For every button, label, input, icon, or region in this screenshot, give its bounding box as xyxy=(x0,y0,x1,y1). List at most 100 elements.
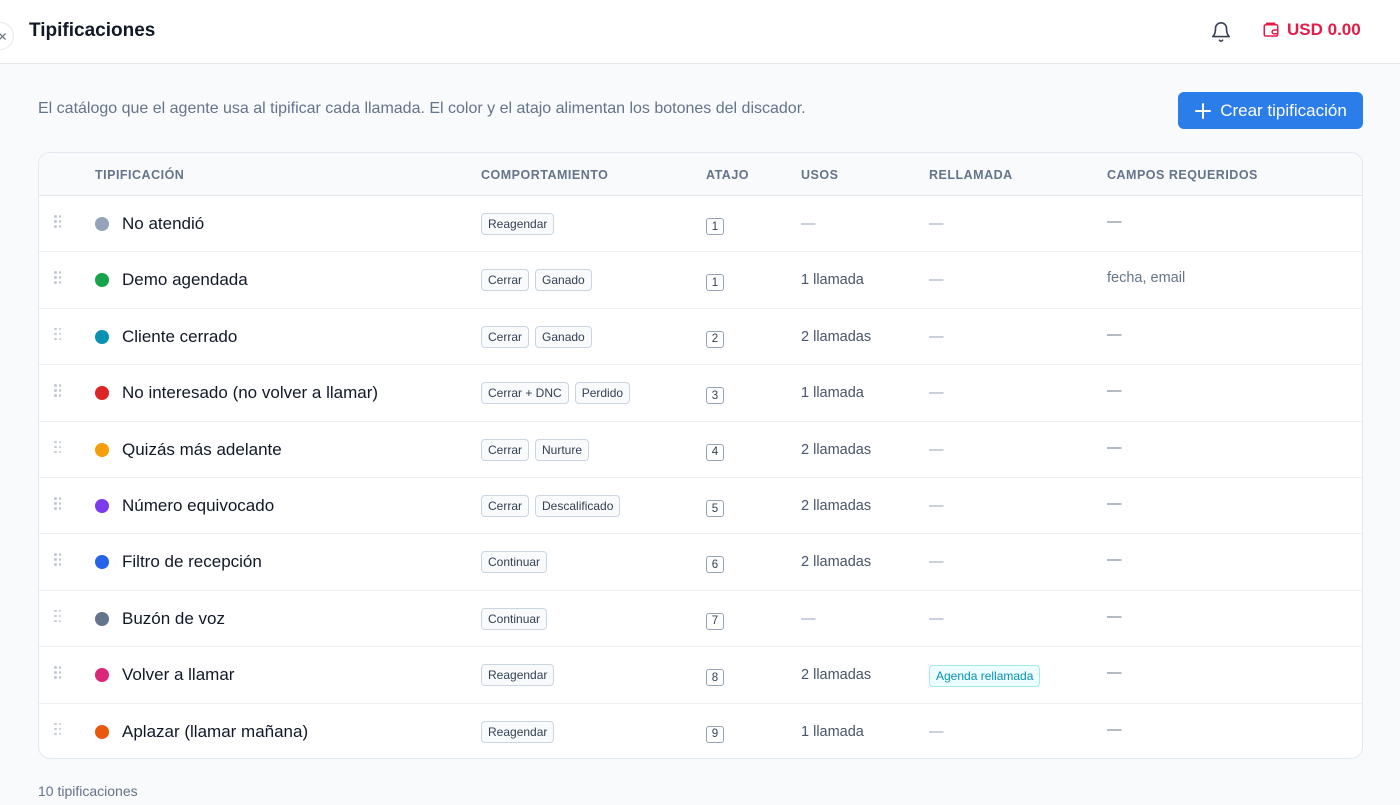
uses-count: 1 llamada xyxy=(801,723,864,740)
drag-handle-icon[interactable] xyxy=(54,440,62,455)
create-button-label: Crear tipificación xyxy=(1220,100,1347,120)
behavior-tag: Cerrar xyxy=(481,269,530,292)
uses-count: 2 llamadas xyxy=(801,554,872,571)
collapse-sidebar-button[interactable] xyxy=(0,22,14,50)
disposition-name[interactable]: Quizás más adelante xyxy=(122,440,282,460)
callback-value: — xyxy=(929,216,944,232)
required-fields: — xyxy=(1107,383,1122,400)
behavior-tags: Reagendar xyxy=(481,213,555,235)
behavior-tag: Cerrar xyxy=(481,438,530,461)
column-header-required-fields[interactable]: CAMPOS REQUERIDOS xyxy=(1107,168,1258,182)
drag-handle-icon[interactable] xyxy=(54,497,62,511)
shortcut-key: 1 xyxy=(706,274,724,292)
behavior-tags: Cerrar + DNC Perdido xyxy=(481,382,631,405)
behavior-tags: Cerrar Descalificado xyxy=(481,495,621,517)
table-row[interactable]: No interesado (no volver a llamar) Cerrar… xyxy=(39,365,1362,422)
drag-handle-icon[interactable] xyxy=(54,215,62,229)
behavior-tags: Cerrar Nurture xyxy=(481,438,590,461)
disposition-name[interactable]: Aplazar (llamar mañana) xyxy=(122,722,308,742)
drag-handle-icon[interactable] xyxy=(54,666,62,680)
callback-value: — xyxy=(929,723,944,740)
drag-handle-icon[interactable] xyxy=(54,722,62,737)
uses-count: 2 llamadas xyxy=(801,498,872,514)
plus-icon xyxy=(1195,102,1212,119)
color-dot xyxy=(95,724,109,739)
disposition-name[interactable]: No interesado (no volver a llamar) xyxy=(122,383,378,403)
shortcut-key: 8 xyxy=(706,669,724,687)
callback-value: — xyxy=(929,328,944,345)
create-disposition-button[interactable]: Crear tipificación xyxy=(1178,92,1363,129)
disposition-count: 10 tipificaciones xyxy=(38,783,138,799)
column-header-name[interactable]: TIPIFICACIÓN xyxy=(95,168,184,182)
uses-count: 2 llamadas xyxy=(801,441,872,458)
behavior-tags: Continuar xyxy=(481,551,548,574)
column-header-shortcut[interactable]: ATAJO xyxy=(706,168,749,182)
required-fields: — xyxy=(1107,721,1122,738)
drag-handle-icon[interactable] xyxy=(54,271,62,285)
page-title: Tipificaciones xyxy=(29,20,156,41)
behavior-tag: Cerrar + DNC xyxy=(481,382,569,405)
callback-badge: Agenda rellamada xyxy=(929,665,1041,688)
required-fields: — xyxy=(1107,214,1122,230)
drag-handle-icon[interactable] xyxy=(54,327,62,342)
disposition-name[interactable]: Buzón de voz xyxy=(122,609,225,629)
shortcut-key: 9 xyxy=(706,725,724,743)
color-dot xyxy=(95,499,109,513)
table-row[interactable]: Buzón de voz Continuar 7 — — — xyxy=(39,591,1362,648)
color-dot xyxy=(95,273,109,288)
disposition-name[interactable]: Número equivocado xyxy=(122,496,274,516)
table-row[interactable]: Volver a llamar Reagendar 8 2 llamadas Agend… xyxy=(39,647,1362,704)
drag-handle-icon[interactable] xyxy=(54,384,62,398)
callback-value: — xyxy=(929,385,944,402)
disposition-name[interactable]: Demo agendada xyxy=(122,270,248,290)
shortcut-key: 2 xyxy=(706,330,724,348)
wallet-icon xyxy=(1263,22,1279,37)
shortcut-key: 4 xyxy=(706,443,724,461)
callback-value: — xyxy=(929,554,944,571)
color-dot xyxy=(95,329,109,344)
behavior-tag: Continuar xyxy=(481,607,548,630)
disposition-name[interactable]: Volver a llamar xyxy=(122,665,234,685)
uses-count: 1 llamada xyxy=(801,272,864,289)
bell-icon[interactable] xyxy=(1210,21,1232,43)
shortcut-key: 3 xyxy=(706,387,724,405)
drag-handle-icon[interactable] xyxy=(54,609,62,624)
color-dot xyxy=(95,611,109,626)
uses-count: — xyxy=(801,610,816,627)
drag-handle-icon[interactable] xyxy=(54,553,62,567)
behavior-tag: Cerrar xyxy=(481,325,530,348)
callback-value: — xyxy=(929,441,944,458)
disposition-name[interactable]: Cliente cerrado xyxy=(122,327,237,347)
table-row[interactable]: Cliente cerrado Cerrar Ganado 2 2 llamadas — — xyxy=(39,309,1362,366)
required-fields: fecha, email xyxy=(1107,270,1186,287)
color-dot xyxy=(95,217,109,231)
table-row[interactable]: Quizás más adelante Cerrar Nurture 4 2 llama… xyxy=(39,422,1362,478)
behavior-tags: Cerrar Ganado xyxy=(481,269,592,292)
callback-value: — xyxy=(929,610,944,627)
disposition-name[interactable]: No atendió xyxy=(122,214,204,234)
shortcut-key: 5 xyxy=(706,500,724,517)
behavior-tags: Reagendar xyxy=(481,720,555,743)
required-fields: — xyxy=(1107,439,1122,456)
disposition-name[interactable]: Filtro de recepción xyxy=(122,552,262,572)
uses-count: — xyxy=(801,216,816,232)
column-header-callback[interactable]: RELLAMADA xyxy=(929,168,1013,182)
required-fields: — xyxy=(1107,608,1122,625)
balance-display[interactable]: USD 0.00 xyxy=(1262,20,1361,40)
table-row[interactable]: Aplazar (llamar mañana) Reagendar 9 1 llama… xyxy=(39,704,1362,758)
behavior-tag: Reagendar xyxy=(481,664,555,687)
behavior-tag: Descalificado xyxy=(535,495,621,517)
table-row[interactable]: No atendió Reagendar 1 — — — xyxy=(39,196,1362,253)
column-header-behavior[interactable]: COMPORTAMIENTO xyxy=(481,168,608,182)
behavior-tag: Ganado xyxy=(535,325,592,348)
shortcut-key: 6 xyxy=(706,556,724,574)
callback-value: — xyxy=(929,272,944,289)
table-row[interactable]: Demo agendada Cerrar Ganado 1 1 llamada — fech… xyxy=(39,252,1362,309)
behavior-tag: Ganado xyxy=(535,269,592,292)
required-fields: — xyxy=(1107,552,1122,569)
uses-count: 2 llamadas xyxy=(801,328,872,345)
table-row[interactable]: Filtro de recepción Continuar 6 2 llamadas —… xyxy=(39,534,1362,591)
behavior-tag: Continuar xyxy=(481,551,548,574)
table-row[interactable]: Número equivocado Cerrar Descalificado 5 2 l… xyxy=(39,478,1362,535)
column-header-uses[interactable]: USOS xyxy=(801,168,838,182)
